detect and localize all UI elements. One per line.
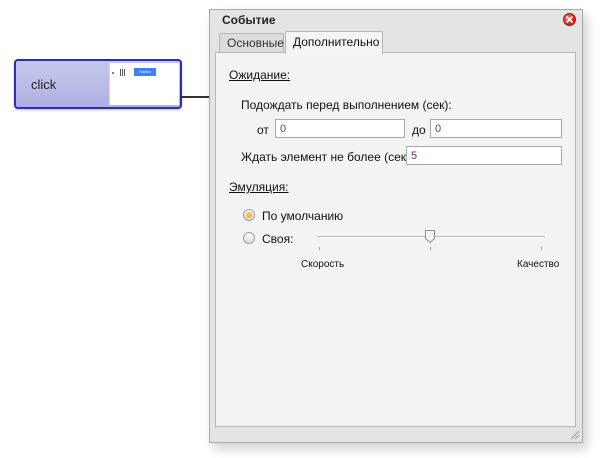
wait-element-label: Ждать элемент не более (сек):	[241, 150, 414, 164]
node-thumbnail: Найти	[109, 63, 179, 105]
wait-before-label: Подождать перед выполнением (сек):	[241, 98, 452, 112]
node-connector-line	[180, 96, 212, 98]
slider-max-label: Качество	[517, 259, 560, 270]
from-label: от	[257, 123, 269, 137]
tab-additional[interactable]: Дополнительно	[285, 31, 383, 54]
radio-custom-label[interactable]: Своя:	[262, 232, 293, 246]
emulation-section-title: Эмуляция:	[229, 180, 289, 194]
slider-thumb[interactable]	[425, 230, 435, 243]
event-dialog: Событие Основные Дополнительно Ожидание:…	[209, 9, 583, 443]
waiting-section-title: Ожидание:	[229, 68, 291, 82]
slider-tick-min	[319, 247, 320, 250]
tab-basic[interactable]: Основные	[219, 33, 284, 53]
canvas-node-click[interactable]: click Найти	[14, 59, 182, 109]
to-label: до	[412, 123, 426, 137]
thumbnail-barcode-icon	[120, 69, 126, 76]
resize-grip-icon[interactable]	[568, 428, 580, 440]
radio-custom[interactable]	[243, 232, 255, 244]
close-icon[interactable]	[563, 13, 576, 26]
slider-tick-mid	[430, 247, 431, 250]
slider-tick-max	[541, 247, 542, 250]
thumbnail-button: Найти	[134, 68, 156, 76]
radio-default-label[interactable]: По умолчанию	[262, 209, 343, 223]
tab-panel-additional: Ожидание: Подождать перед выполнением (с…	[215, 52, 576, 427]
dialog-title: Событие	[222, 13, 276, 27]
wait-from-input[interactable]	[275, 119, 405, 138]
wait-to-input[interactable]	[430, 119, 562, 138]
radio-default[interactable]	[243, 209, 255, 221]
slider-min-label: Скорость	[301, 259, 345, 270]
thumbnail-dot	[112, 72, 114, 74]
wait-element-input[interactable]	[406, 146, 562, 165]
node-label: click	[31, 77, 57, 92]
